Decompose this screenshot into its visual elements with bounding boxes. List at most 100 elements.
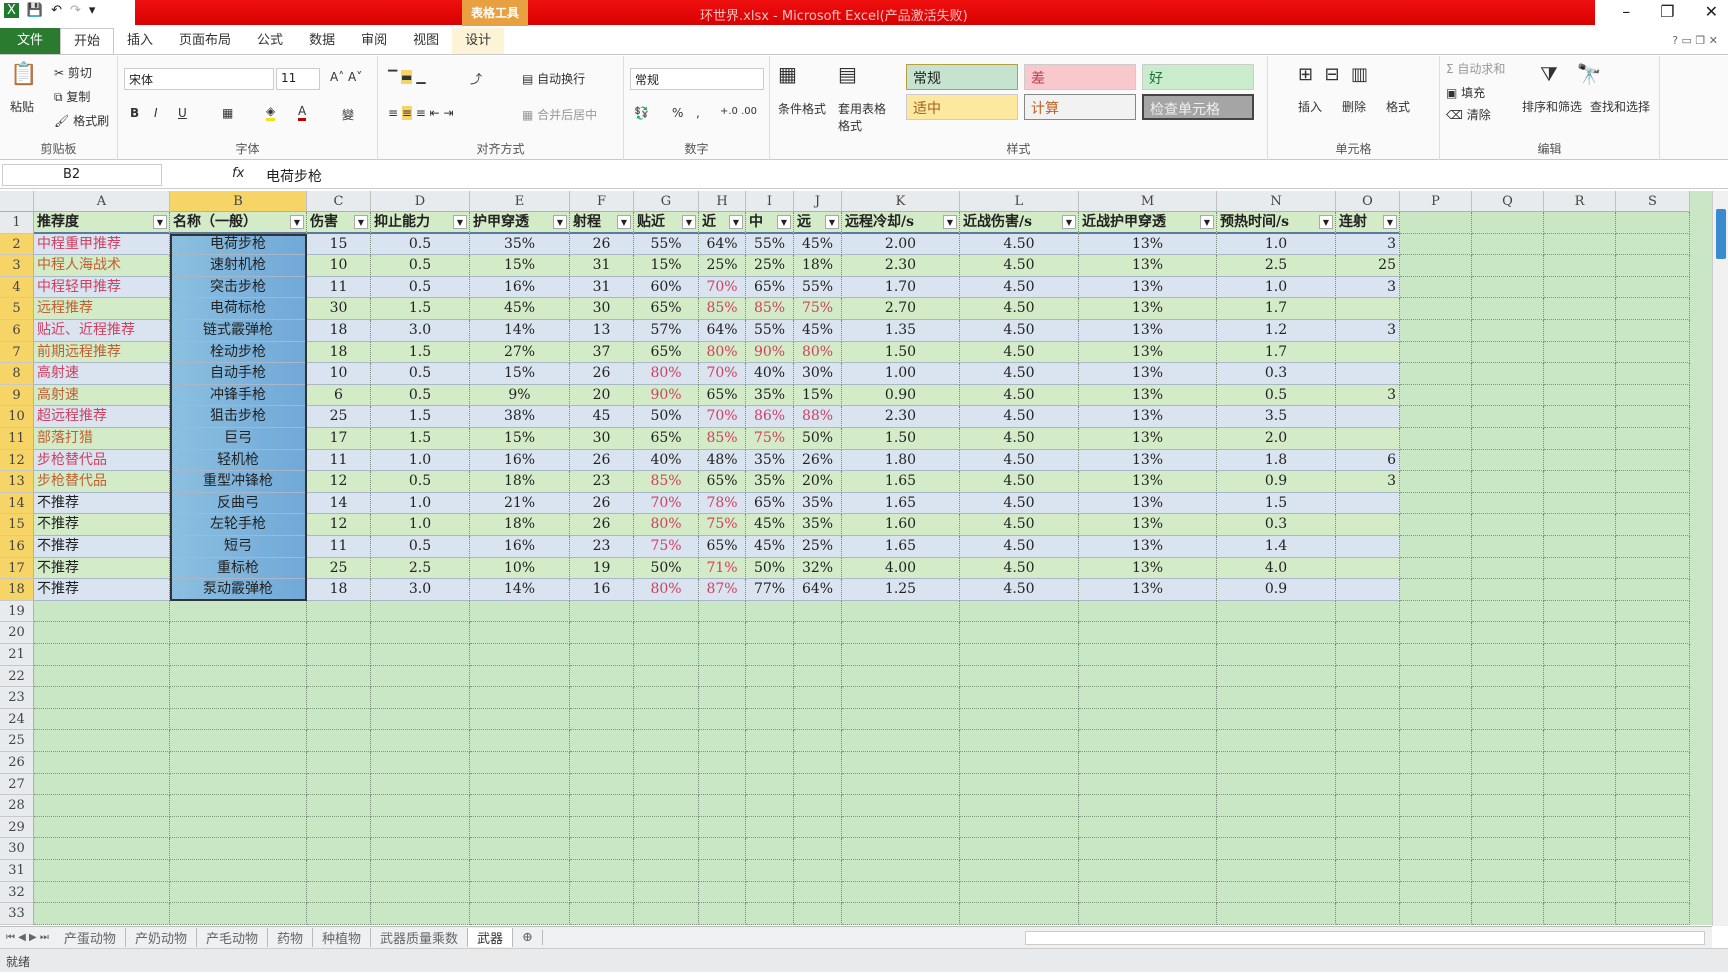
column-header-L[interactable]: L [960, 191, 1079, 212]
cell[interactable] [1544, 838, 1616, 860]
cell[interactable] [1079, 773, 1217, 796]
cell[interactable] [170, 838, 307, 860]
cell[interactable]: 高射速 [34, 384, 170, 407]
cell[interactable] [1472, 557, 1544, 580]
cell[interactable] [371, 708, 470, 731]
column-header-N[interactable]: N [1217, 191, 1336, 212]
cell[interactable] [470, 816, 570, 839]
cell[interactable]: 88% [794, 406, 842, 428]
cell[interactable]: 1.5 [371, 428, 470, 450]
cell[interactable]: 1.50 [842, 341, 960, 364]
cell[interactable] [1544, 708, 1616, 731]
cell[interactable] [1472, 449, 1544, 472]
column-header-I[interactable]: I [746, 191, 794, 212]
copy-button[interactable]: ⧉ 复制 [54, 88, 90, 105]
filter-dropdown-icon[interactable]: ▼ [1319, 215, 1333, 229]
cell[interactable] [794, 903, 842, 925]
cell[interactable] [307, 795, 371, 817]
cell[interactable] [842, 881, 960, 904]
cell[interactable] [1616, 320, 1690, 342]
cell[interactable] [794, 881, 842, 904]
row-header[interactable]: 30 [0, 838, 34, 860]
cell[interactable]: 2.30 [842, 255, 960, 277]
cell[interactable]: 25% [699, 255, 746, 277]
cell[interactable] [634, 600, 699, 623]
cell[interactable]: 35% [794, 492, 842, 515]
cell[interactable] [170, 795, 307, 817]
cell[interactable] [842, 903, 960, 925]
cell[interactable] [1400, 406, 1472, 428]
cell[interactable]: 栓动步枪 [170, 341, 307, 364]
cell[interactable] [371, 644, 470, 666]
cell[interactable] [746, 773, 794, 796]
cell[interactable] [1472, 536, 1544, 558]
cell[interactable] [1472, 838, 1544, 860]
cell[interactable]: 电荷标枪 [170, 298, 307, 320]
cell[interactable] [1400, 622, 1472, 644]
filter-dropdown-icon[interactable]: ▼ [682, 215, 696, 229]
cell[interactable] [960, 838, 1079, 860]
sheet-tab[interactable]: 种植物 [313, 928, 371, 947]
style-good[interactable]: 好 [1142, 64, 1254, 90]
style-normal[interactable]: 常规 [906, 64, 1018, 90]
cell[interactable] [1616, 233, 1690, 256]
cell[interactable]: 38% [470, 406, 570, 428]
row-header[interactable]: 17 [0, 557, 34, 580]
row-header[interactable]: 14 [0, 492, 34, 515]
cell[interactable]: 75% [794, 298, 842, 320]
cell[interactable] [470, 687, 570, 709]
cell[interactable] [570, 730, 634, 752]
cell[interactable] [371, 838, 470, 860]
cell[interactable] [699, 881, 746, 904]
cell[interactable] [1616, 449, 1690, 472]
cell[interactable] [1400, 752, 1472, 774]
cell[interactable] [170, 773, 307, 796]
cell[interactable]: 左轮手枪 [170, 514, 307, 536]
sheet-tab[interactable]: 产毛动物 [197, 928, 268, 947]
restore-icon[interactable]: ❐ [1660, 2, 1674, 21]
cell[interactable]: 4.50 [960, 233, 1079, 256]
cell[interactable] [634, 730, 699, 752]
cell[interactable] [570, 708, 634, 731]
tab-file[interactable]: 文件 [0, 28, 60, 54]
cell[interactable]: 65% [746, 276, 794, 299]
cell[interactable] [794, 730, 842, 752]
cell[interactable] [746, 644, 794, 666]
cell[interactable] [1544, 449, 1616, 472]
cell[interactable] [34, 730, 170, 752]
cell[interactable] [1217, 708, 1336, 731]
cell[interactable] [470, 730, 570, 752]
cell[interactable] [570, 665, 634, 688]
filter-dropdown-icon[interactable]: ▼ [943, 215, 957, 229]
cell[interactable]: 18% [470, 514, 570, 536]
cell[interactable] [1472, 514, 1544, 536]
style-neutral[interactable]: 适中 [906, 94, 1018, 120]
cell[interactable] [960, 816, 1079, 839]
cell[interactable] [1544, 773, 1616, 796]
cell[interactable] [1336, 816, 1400, 839]
cell[interactable]: 85% [699, 428, 746, 450]
column-title[interactable]: 远 ▼ [794, 212, 842, 234]
filter-dropdown-icon[interactable]: ▼ [553, 215, 567, 229]
cell[interactable] [1472, 816, 1544, 839]
cell[interactable] [1336, 492, 1400, 515]
cell[interactable] [170, 752, 307, 774]
cell[interactable]: 中程轻甲推荐 [34, 276, 170, 299]
cell[interactable]: 10% [470, 557, 570, 580]
cell[interactable] [1336, 708, 1400, 731]
cell[interactable] [1079, 708, 1217, 731]
cell[interactable]: 3.0 [371, 320, 470, 342]
cell[interactable] [1472, 860, 1544, 882]
column-header-G[interactable]: G [634, 191, 699, 212]
cell[interactable]: 1.5 [1217, 492, 1336, 515]
cell[interactable]: 9% [470, 384, 570, 407]
cell[interactable] [1400, 449, 1472, 472]
row-header[interactable]: 9 [0, 384, 34, 407]
cell[interactable] [307, 708, 371, 731]
cell[interactable]: 18 [307, 341, 371, 364]
cell[interactable] [634, 816, 699, 839]
cell[interactable]: 4.0 [1217, 557, 1336, 580]
cell[interactable] [1472, 903, 1544, 925]
cell[interactable] [1544, 687, 1616, 709]
cell[interactable] [570, 600, 634, 623]
